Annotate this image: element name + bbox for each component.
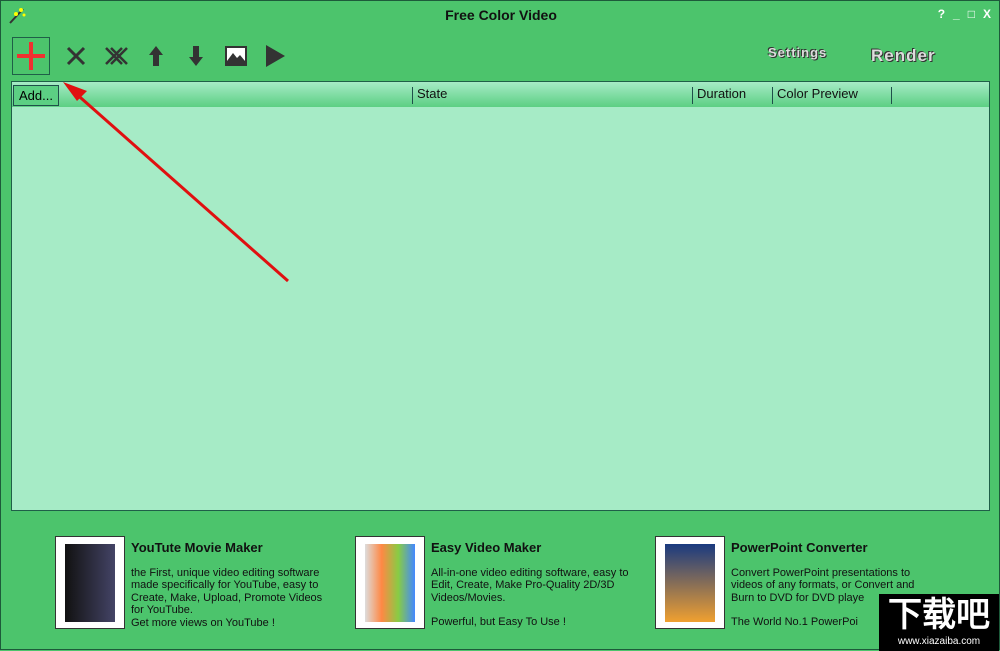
remove-all-icon [105, 47, 128, 65]
add-tooltip: Add... [13, 85, 59, 106]
remove-button[interactable] [57, 37, 95, 75]
maximize-button[interactable]: □ [968, 7, 975, 21]
watermark: 下载吧 www.xiazaiba.com [879, 594, 999, 651]
move-up-button[interactable] [137, 37, 175, 75]
render-button[interactable]: Render [871, 46, 936, 66]
promo-title: YouTute Movie Maker [131, 540, 263, 555]
column-state[interactable]: State [412, 87, 447, 104]
list-header: State Duration Color Preview [12, 82, 989, 107]
arrow-up-icon [149, 46, 163, 66]
image-icon [225, 46, 247, 66]
help-button[interactable]: ? [938, 7, 945, 21]
promo-desc: All-in-one video editing software, easy … [431, 566, 629, 604]
product-box-image [55, 536, 125, 629]
promo-tagline: Get more views on YouTube ! [131, 616, 275, 629]
arrow-down-icon [189, 46, 203, 66]
play-icon [266, 45, 285, 67]
promo-youtube-movie-maker[interactable]: YouTute Movie Maker the First, unique vid… [55, 536, 336, 629]
promo-title: PowerPoint Converter [731, 540, 868, 555]
minimize-button[interactable]: _ [953, 7, 960, 21]
watermark-url: www.xiazaiba.com [897, 636, 981, 647]
promo-title: Easy Video Maker [431, 540, 542, 555]
close-button[interactable]: X [983, 7, 991, 21]
product-box-image [355, 536, 425, 629]
add-button[interactable] [12, 37, 50, 75]
remove-all-button[interactable] [97, 37, 135, 75]
promo-desc: the First, unique video editing software… [131, 566, 323, 617]
settings-button[interactable]: Settings [768, 45, 827, 60]
play-button[interactable] [256, 37, 294, 75]
watermark-logo: 下载吧 [888, 596, 990, 634]
video-list[interactable]: Add... State Duration Color Preview [11, 81, 990, 511]
column-color-preview[interactable]: Color Preview [772, 87, 892, 104]
promo-easy-video-maker[interactable]: Easy Video Maker All-in-one video editing… [355, 536, 636, 629]
remove-icon [66, 46, 86, 66]
add-icon [17, 42, 45, 70]
column-duration[interactable]: Duration [692, 87, 746, 104]
move-down-button[interactable] [177, 37, 215, 75]
product-box-image [655, 536, 725, 629]
image-button[interactable] [217, 37, 255, 75]
window-title: Free Color Video [445, 7, 557, 23]
promo-tagline: Powerful, but Easy To Use ! [431, 616, 566, 628]
